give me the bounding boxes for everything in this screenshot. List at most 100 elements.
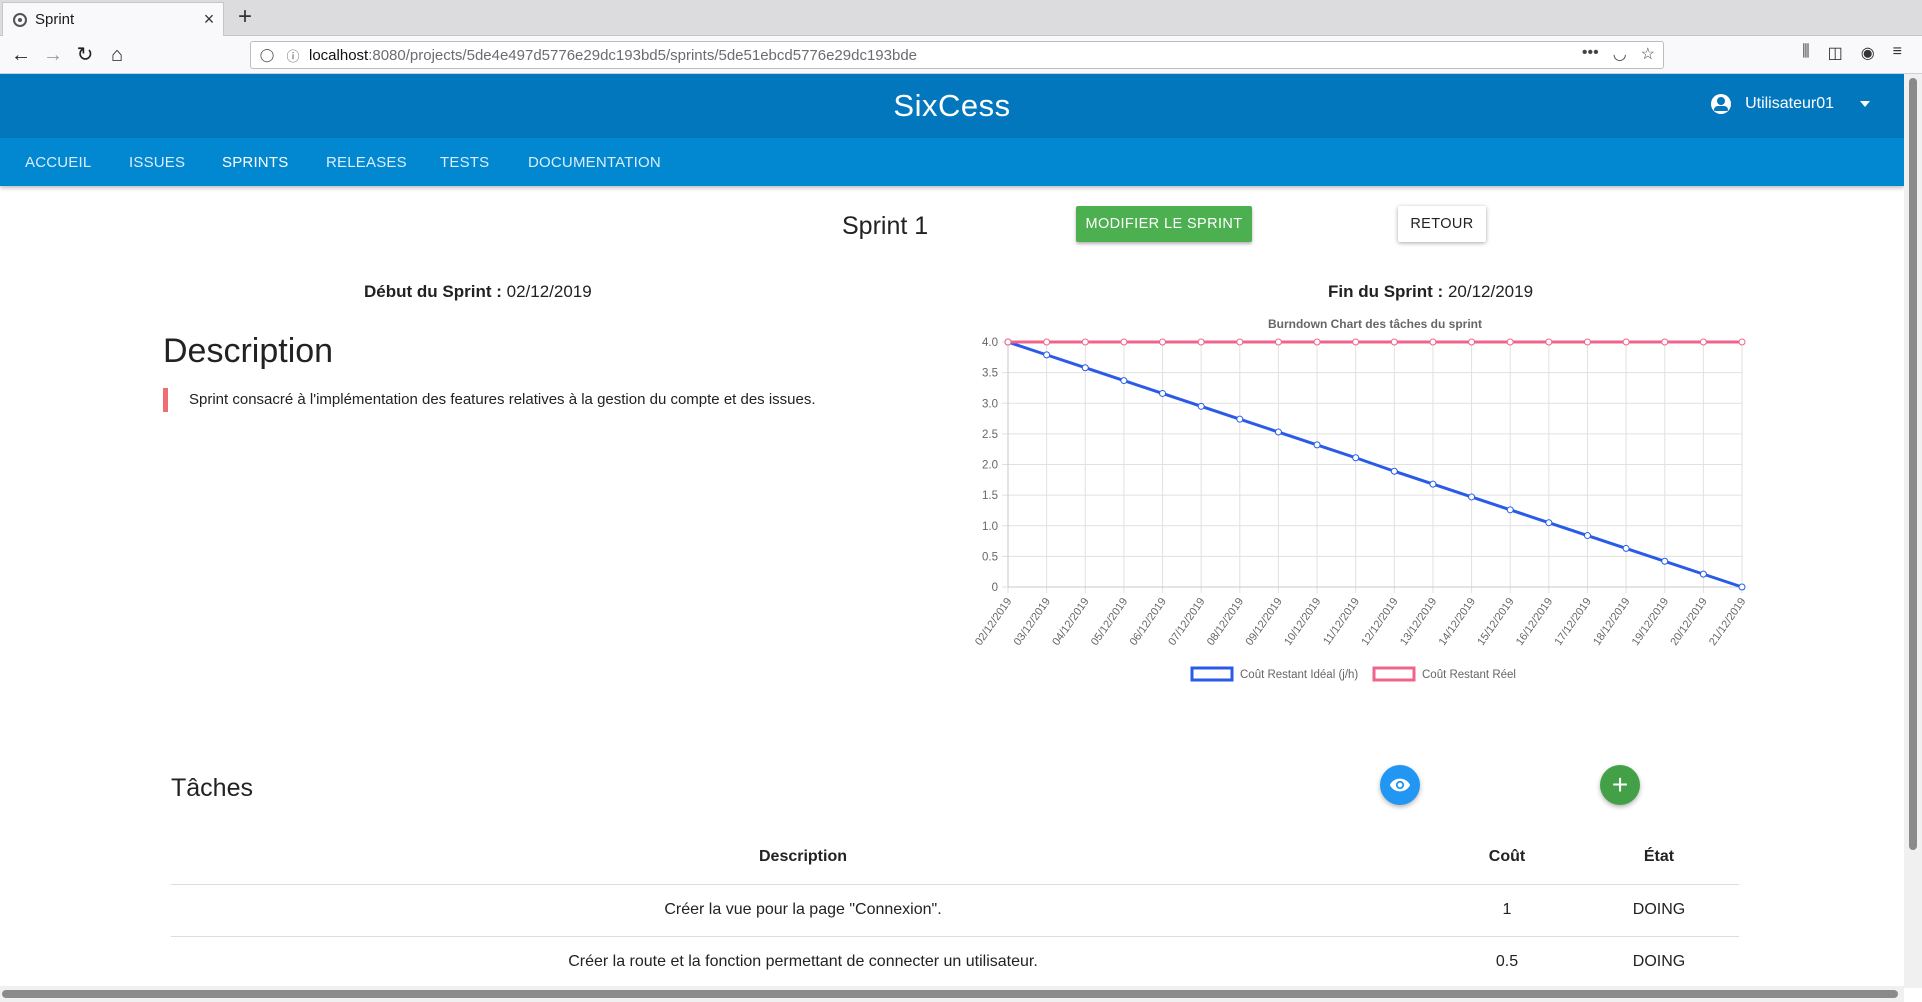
y-tick-label: 0 [992,582,998,594]
info-icon[interactable]: ⓘ [283,46,303,65]
y-tick-label: 2.0 [982,460,998,472]
data-point [1506,338,1514,346]
sidebar-icon[interactable]: ◫ [1828,43,1843,63]
reload-icon[interactable]: ↻ [70,41,100,69]
legend-label-0: Coût Restant Idéal (j/h) [1240,669,1358,681]
brand-title[interactable]: SixCess [0,88,1904,124]
x-tick-label: 15/12/2019 [1475,596,1516,648]
nav-item-accueil[interactable]: ACCUEIL [25,154,91,171]
task-description: Créer la vue pour la page "Connexion". [171,884,1435,937]
end-date-label: Fin du Sprint : [1328,282,1444,301]
x-tick-label: 11/12/2019 [1321,596,1362,647]
account-circle-icon [1711,94,1732,114]
y-tick-label: 1.0 [982,521,998,533]
horizontal-scroll-thumb[interactable] [2,990,1898,998]
data-point [1699,570,1707,578]
task-state: DOING [1579,884,1739,937]
data-point [1236,415,1244,423]
back-icon[interactable]: ← [6,41,36,69]
x-tick-label: 03/12/2019 [1012,596,1053,648]
description-heading: Description [163,332,334,370]
library-icon[interactable]: ⫼ [1802,43,1809,63]
vertical-scrollbar[interactable] [1904,74,1922,988]
column-header-description: Description [171,830,1435,885]
browser-tabbar: Sprint × + [0,0,1922,36]
bookmark-star-icon[interactable]: ☆ [1641,44,1655,64]
data-point [1738,583,1746,591]
x-tick-label: 07/12/2019 [1166,596,1207,648]
data-point [1120,377,1128,385]
horizontal-scrollbar[interactable] [0,986,1904,1002]
add-task-button[interactable]: + [1600,765,1640,805]
legend-swatch-1 [1372,666,1416,682]
data-point [1738,338,1746,346]
url-host: localhost [309,46,369,64]
end-date-value: 20/12/2019 [1447,282,1534,301]
x-tick-label: 21/12/2019 [1707,596,1748,648]
x-tick-label: 13/12/2019 [1398,596,1439,648]
url-bar[interactable]: ◯ ⓘ localhost:8080/projects/5de4e497d577… [250,41,1664,69]
page-actions-icon[interactable]: ••• [1582,44,1599,64]
nav-item-tests[interactable]: TESTS [440,154,489,171]
sprint-start-date: Début du Sprint : 02/12/2019 [364,282,592,302]
start-date-value: 02/12/2019 [506,282,592,301]
task-state: DOING [1579,936,1739,989]
tab-title: Sprint [35,11,75,28]
x-tick-label: 05/12/2019 [1089,596,1130,648]
data-point [1622,544,1630,552]
x-tick-label: 04/12/2019 [1050,596,1091,648]
data-point [1545,519,1553,527]
task-description: Créer la route et la fonction permettant… [171,936,1435,989]
legend-label-1: Coût Restant Réel [1422,669,1516,681]
x-tick-label: 12/12/2019 [1359,596,1400,648]
data-point [1390,467,1398,475]
data-point [1004,338,1012,346]
favicon-icon [13,12,27,27]
view-tasks-button[interactable] [1380,765,1420,805]
table-row[interactable]: Créer la vue pour la page "Connexion". 1… [171,884,1739,937]
vertical-scroll-thumb[interactable] [1909,78,1917,850]
x-tick-label: 08/12/2019 [1205,596,1246,648]
data-point [1352,454,1360,462]
data-point [1661,557,1669,565]
x-tick-label: 19/12/2019 [1630,596,1671,648]
data-point [1468,338,1476,346]
table-row[interactable]: Créer la route et la fonction permettant… [171,936,1739,989]
data-point [1429,480,1437,488]
pocket-icon[interactable]: ◡ [1613,44,1627,64]
data-point [1468,493,1476,501]
y-tick-label: 4.0 [982,337,998,349]
data-point [1081,338,1089,346]
description-text: Sprint consacré à l'implémentation des f… [163,388,816,412]
nav-item-releases[interactable]: RELEASES [326,154,407,171]
x-tick-label: 06/12/2019 [1128,596,1169,648]
menu-icon[interactable]: ≡ [1893,43,1902,63]
home-icon[interactable]: ⌂ [102,41,132,69]
y-tick-label: 2.5 [982,429,998,441]
nav-item-sprints[interactable]: SPRINTS [222,154,288,171]
data-point [1390,338,1398,346]
task-cost: 0.5 [1435,936,1579,989]
forward-icon[interactable]: → [38,41,68,69]
burndown-chart: Burndown Chart des tâches du sprint 0 0.5 1… [960,312,1750,692]
user-menu[interactable]: Utilisateur01 [1711,94,1870,114]
start-date-label: Début du Sprint : [364,282,502,301]
data-point [1352,338,1360,346]
y-tick-label: 3.0 [982,398,998,410]
nav-item-documentation[interactable]: DOCUMENTATION [528,154,661,171]
browser-tab[interactable]: Sprint × [2,2,224,36]
data-point [1197,338,1205,346]
data-point [1081,364,1089,372]
shield-icon[interactable]: ◯ [257,47,277,63]
x-tick-label: 10/12/2019 [1282,596,1323,648]
new-tab-button[interactable]: + [230,4,260,32]
tab-close-icon[interactable]: × [195,9,223,30]
url-path: :8080/projects/5de4e497d5776e29dc193bd5/… [368,46,918,64]
back-button[interactable]: RETOUR [1398,206,1486,242]
edit-sprint-button[interactable]: MODIFIER LE SPRINT [1076,206,1252,242]
nav-item-issues[interactable]: ISSUES [129,154,185,171]
tasks-heading: Tâches [171,774,253,802]
data-point [1120,338,1128,346]
y-tick-label: 1.5 [982,490,998,502]
account-icon[interactable]: ◉ [1861,43,1875,63]
